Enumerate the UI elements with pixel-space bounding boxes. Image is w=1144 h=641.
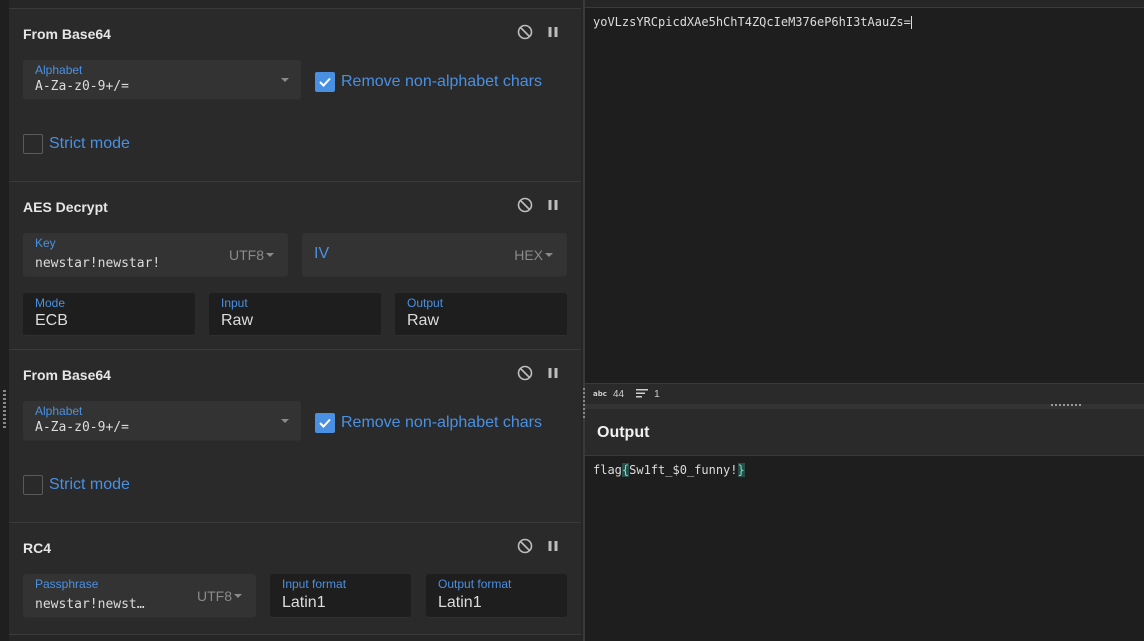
output-format-select[interactable]: Output Raw bbox=[395, 293, 567, 336]
passphrase-encoding[interactable]: UTF8 bbox=[197, 588, 232, 604]
op-from-base64-2: From Base64 Alphabet A-Za-z0-9+/= Remove… bbox=[9, 350, 581, 523]
output-header: Output bbox=[585, 409, 1144, 456]
mode-label: Mode bbox=[35, 296, 66, 310]
output-close-brace: } bbox=[737, 463, 745, 477]
op-title: AES Decrypt bbox=[23, 199, 108, 215]
recipe-panel: From Base64 Alphabet A-Za-z0-9+/= Remove… bbox=[0, 0, 583, 641]
input-status-bar: abc 44 1 bbox=[585, 383, 1144, 404]
disable-icon[interactable] bbox=[517, 197, 533, 213]
strict-mode-label: Strict mode bbox=[49, 135, 130, 152]
output-title: Output bbox=[597, 424, 650, 441]
checkbox-unchecked-icon bbox=[23, 475, 43, 495]
lines-icon bbox=[636, 388, 649, 401]
abc-icon: abc bbox=[593, 389, 607, 400]
input-textarea[interactable]: yoVLzsYRCpicdXAe5hChT4ZQcIeM376eP6hI3tAa… bbox=[593, 15, 912, 29]
output-format-value: Latin1 bbox=[438, 594, 482, 611]
lines-value: 1 bbox=[654, 388, 660, 400]
alphabet-select[interactable]: Alphabet A-Za-z0-9+/= bbox=[23, 60, 301, 100]
op-controls bbox=[517, 24, 559, 40]
strict-mode-checkbox[interactable]: Strict mode bbox=[23, 134, 130, 154]
remove-non-alphabet-checkbox[interactable]: Remove non-alphabet chars bbox=[315, 72, 542, 92]
input-format-select[interactable]: Input Raw bbox=[209, 293, 381, 336]
passphrase-value: newstar!newst… bbox=[35, 597, 145, 612]
checkbox-unchecked-icon bbox=[23, 134, 43, 154]
remove-non-alphabet-label: Remove non-alphabet chars bbox=[341, 73, 543, 90]
input-format-label: Input format bbox=[282, 577, 347, 591]
recipe-operations: From Base64 Alphabet A-Za-z0-9+/= Remove… bbox=[9, 8, 581, 641]
chevron-down-icon bbox=[545, 252, 553, 257]
chevron-down-icon bbox=[266, 252, 274, 257]
remove-non-alphabet-label: Remove non-alphabet chars bbox=[341, 414, 543, 431]
pause-icon[interactable] bbox=[547, 199, 559, 211]
output-label: Output bbox=[407, 296, 444, 310]
op-controls bbox=[517, 538, 559, 554]
op-from-base64-1: From Base64 Alphabet A-Za-z0-9+/= Remove… bbox=[9, 9, 581, 182]
left-resize-handle[interactable] bbox=[0, 0, 9, 641]
op-controls bbox=[517, 197, 559, 213]
alphabet-value: A-Za-z0-9+/= bbox=[35, 79, 129, 94]
disable-icon[interactable] bbox=[517, 365, 533, 381]
lines-stat: 1 bbox=[636, 388, 660, 401]
alphabet-value: A-Za-z0-9+/= bbox=[35, 420, 129, 435]
input-label: Input bbox=[221, 296, 248, 310]
iv-label: IV bbox=[314, 245, 330, 262]
output-value: Raw bbox=[407, 312, 440, 329]
op-aes-decrypt: AES Decrypt Key newstar!newstar! UTF8 IV… bbox=[9, 182, 581, 350]
input-header-strip bbox=[585, 0, 1144, 8]
iv-encoding[interactable]: HEX bbox=[514, 247, 543, 263]
pause-icon[interactable] bbox=[547, 367, 559, 379]
chevron-down-icon bbox=[234, 593, 242, 598]
key-label: Key bbox=[35, 236, 56, 250]
output-textarea[interactable]: flag{Sw1ft_$0_funny!} bbox=[593, 463, 745, 477]
mode-value: ECB bbox=[35, 312, 68, 329]
output-format-label: Output format bbox=[438, 577, 512, 591]
disable-icon[interactable] bbox=[517, 538, 533, 554]
strict-mode-label: Strict mode bbox=[49, 476, 130, 493]
op-title: From Base64 bbox=[23, 367, 111, 383]
chevron-down-icon bbox=[281, 77, 289, 82]
disable-icon[interactable] bbox=[517, 24, 533, 40]
passphrase-field[interactable]: Passphrase newstar!newst… UTF8 bbox=[23, 574, 256, 618]
io-panel: yoVLzsYRCpicdXAe5hChT4ZQcIeM376eP6hI3tAa… bbox=[583, 0, 1144, 641]
rc4-output-format-select[interactable]: Output format Latin1 bbox=[426, 574, 567, 618]
length-stat: abc 44 bbox=[593, 389, 624, 400]
chevron-down-icon bbox=[281, 418, 289, 423]
output-prefix: flag bbox=[593, 463, 622, 477]
pause-icon[interactable] bbox=[547, 540, 559, 552]
input-value: yoVLzsYRCpicdXAe5hChT4ZQcIeM376eP6hI3tAa… bbox=[593, 15, 911, 29]
checkbox-checked-icon bbox=[315, 72, 335, 92]
key-value: newstar!newstar! bbox=[35, 256, 161, 271]
svg-text:abc: abc bbox=[593, 390, 607, 397]
input-value: Raw bbox=[221, 312, 254, 329]
text-caret bbox=[910, 16, 912, 29]
mode-select[interactable]: Mode ECB bbox=[23, 293, 195, 336]
op-rc4: RC4 Passphrase newstar!newst… UTF8 Input… bbox=[9, 523, 581, 635]
input-format-value: Latin1 bbox=[282, 594, 326, 611]
passphrase-label: Passphrase bbox=[35, 577, 99, 591]
grip-dots-icon bbox=[1051, 404, 1081, 406]
key-encoding[interactable]: UTF8 bbox=[229, 247, 264, 263]
alphabet-label: Alphabet bbox=[35, 404, 83, 418]
alphabet-label: Alphabet bbox=[35, 63, 83, 77]
remove-non-alphabet-checkbox[interactable]: Remove non-alphabet chars bbox=[315, 413, 542, 433]
alphabet-select[interactable]: Alphabet A-Za-z0-9+/= bbox=[23, 401, 301, 441]
rc4-input-format-select[interactable]: Input format Latin1 bbox=[270, 574, 411, 618]
length-value: 44 bbox=[613, 388, 625, 400]
op-title: RC4 bbox=[23, 540, 52, 556]
strict-mode-checkbox[interactable]: Strict mode bbox=[23, 475, 130, 495]
op-title: From Base64 bbox=[23, 26, 111, 42]
pause-icon[interactable] bbox=[547, 26, 559, 38]
grip-dots-icon bbox=[3, 390, 6, 430]
checkbox-checked-icon bbox=[315, 413, 335, 433]
iv-field[interactable]: IV HEX bbox=[302, 233, 567, 277]
op-controls bbox=[517, 365, 559, 381]
key-field[interactable]: Key newstar!newstar! UTF8 bbox=[23, 233, 288, 277]
output-body: Sw1ft_$0_funny! bbox=[629, 463, 738, 477]
